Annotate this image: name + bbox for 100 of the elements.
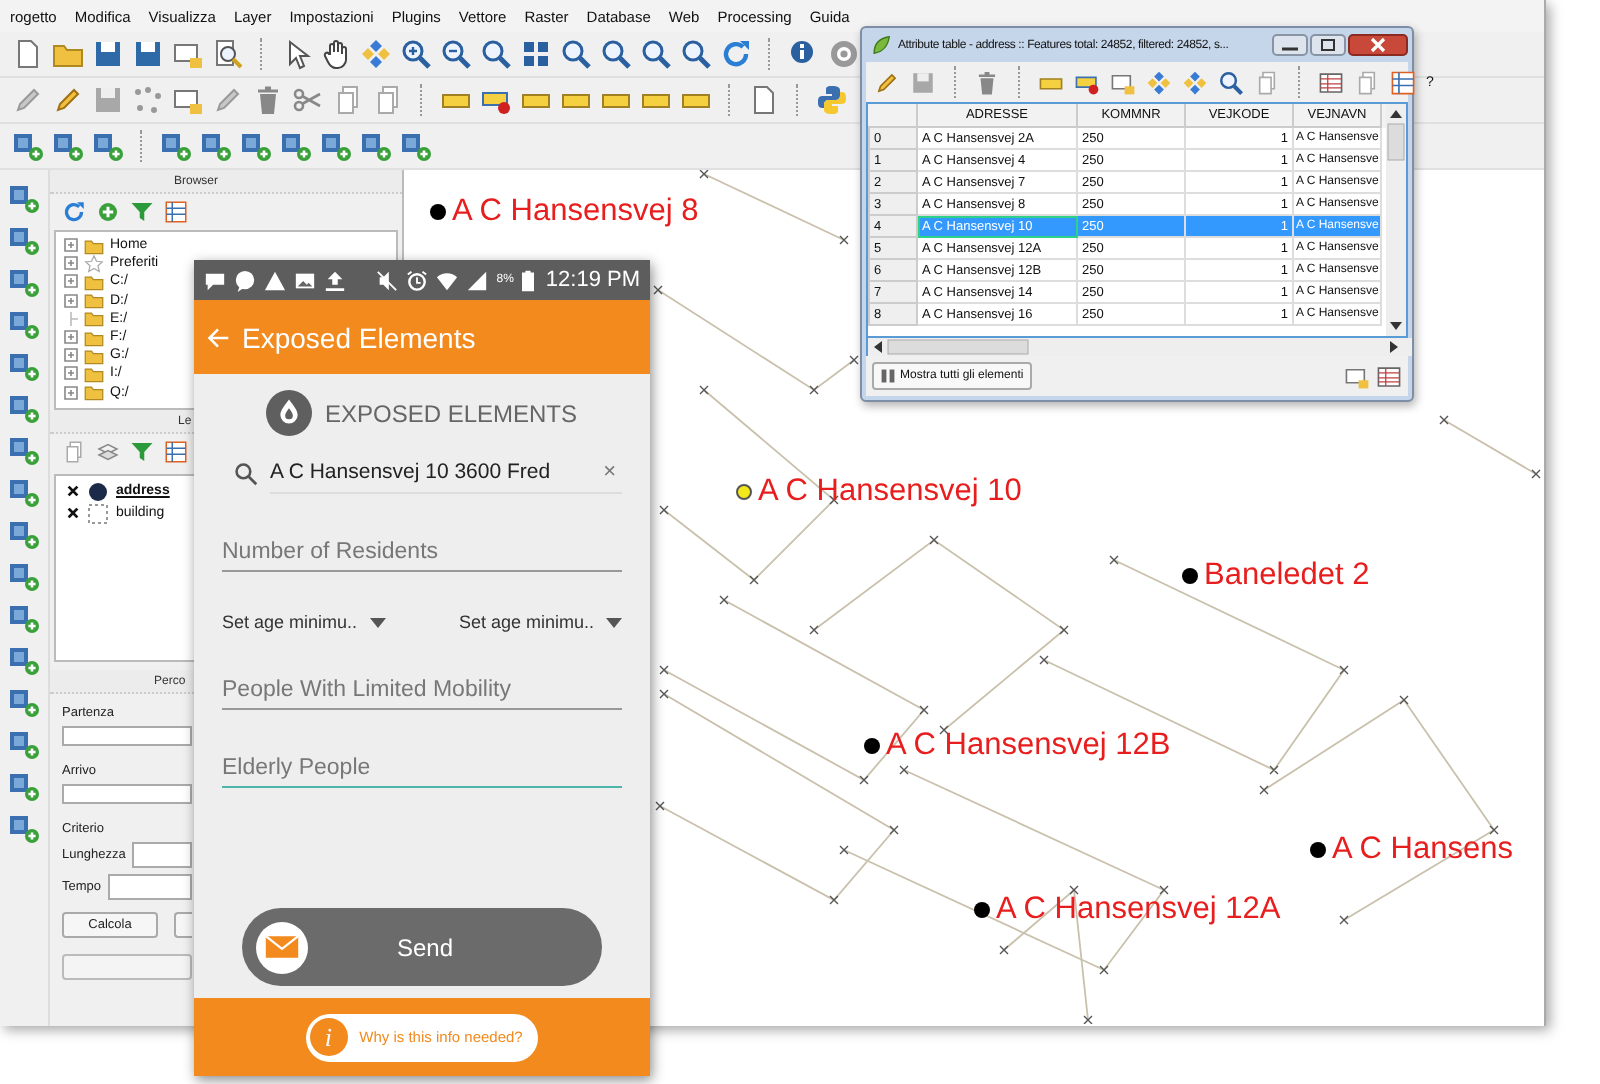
expand-icon[interactable]: [64, 385, 78, 400]
hand-icon[interactable]: [320, 38, 352, 70]
trash-icon[interactable]: [252, 84, 284, 116]
save-icon[interactable]: [132, 38, 164, 70]
add-layer-icon[interactable]: [8, 686, 40, 718]
nodes-icon[interactable]: [132, 84, 164, 116]
pages-icon[interactable]: [1354, 69, 1380, 95]
input-field[interactable]: [62, 726, 192, 746]
checkbox[interactable]: [64, 505, 80, 521]
expand-icon[interactable]: [64, 293, 78, 308]
add-icon[interactable]: [96, 200, 120, 224]
diamond-cluster-icon[interactable]: [1182, 69, 1208, 95]
expand-icon[interactable]: [64, 348, 78, 363]
pages-icon[interactable]: [1254, 69, 1280, 95]
pencil-icon[interactable]: [212, 84, 244, 116]
add-layer-icon[interactable]: [8, 476, 40, 508]
add-layer-icon[interactable]: [400, 130, 432, 162]
magnifier-icon[interactable]: [600, 38, 632, 70]
pencil-icon[interactable]: [52, 84, 84, 116]
four-squares-icon[interactable]: [520, 38, 552, 70]
magnifier-icon[interactable]: [560, 38, 592, 70]
settings-icon[interactable]: [828, 38, 860, 70]
add-layer-icon[interactable]: [8, 182, 40, 214]
add-layer-icon[interactable]: [8, 602, 40, 634]
pages-icon[interactable]: [372, 84, 404, 116]
button[interactable]: [174, 912, 192, 938]
zoom-in-icon[interactable]: [400, 38, 432, 70]
magnifier-icon[interactable]: [680, 38, 712, 70]
expand-icon[interactable]: [64, 330, 78, 345]
text-field[interactable]: People With Limited Mobility: [222, 672, 622, 710]
grid-icon[interactable]: [164, 440, 188, 464]
add-layer-icon[interactable]: [8, 308, 40, 340]
add-layer-icon[interactable]: [320, 130, 352, 162]
two-tone-logo-icon[interactable]: [816, 84, 848, 116]
window-icon[interactable]: [172, 84, 204, 116]
document-icon[interactable]: [748, 84, 780, 116]
add-layer-icon[interactable]: [52, 130, 84, 162]
minimize-button[interactable]: [1272, 34, 1308, 56]
refresh-icon[interactable]: [720, 38, 752, 70]
send-button[interactable]: Send: [242, 908, 602, 986]
pages-icon[interactable]: [332, 84, 364, 116]
search-field[interactable]: A C Hansensvej 10 3600 Fred ×: [270, 452, 622, 494]
table-icon[interactable]: [1376, 363, 1402, 389]
horizontal-scrollbar[interactable]: [866, 338, 1412, 356]
filter-icon[interactable]: [130, 440, 154, 464]
add-layer-icon[interactable]: [8, 266, 40, 298]
filter-icon[interactable]: [130, 200, 154, 224]
window-icon[interactable]: [1110, 69, 1136, 95]
add-layer-icon[interactable]: [8, 392, 40, 424]
clear-button[interactable]: ×: [603, 460, 622, 484]
expand-icon[interactable]: [64, 256, 78, 271]
text-field[interactable]: Number of Residents: [222, 534, 622, 572]
page-magnifier-icon[interactable]: [212, 38, 244, 70]
add-layer-icon[interactable]: [8, 644, 40, 676]
add-layer-icon[interactable]: [280, 130, 312, 162]
scissors-icon[interactable]: [292, 84, 324, 116]
point-marker[interactable]: [974, 902, 990, 918]
grid-icon[interactable]: [164, 200, 188, 224]
add-layer-icon[interactable]: [200, 130, 232, 162]
dropdown[interactable]: Set age minimu..: [458, 612, 622, 632]
add-layer-icon[interactable]: [8, 350, 40, 382]
point-marker[interactable]: [430, 204, 446, 220]
checkbox[interactable]: [64, 483, 80, 499]
magnifier-icon[interactable]: [480, 38, 512, 70]
expand-icon[interactable]: [64, 274, 78, 289]
input-field[interactable]: [131, 842, 192, 868]
grid-icon[interactable]: [1390, 69, 1416, 95]
layers-icon[interactable]: [96, 440, 120, 464]
text-field[interactable]: Elderly People: [222, 750, 622, 788]
pencil-icon[interactable]: [874, 69, 900, 95]
point-marker[interactable]: [864, 738, 880, 754]
vertical-scrollbar[interactable]: [1386, 104, 1406, 336]
expand-icon[interactable]: [64, 238, 78, 253]
add-layer-icon[interactable]: [8, 518, 40, 550]
table-icon[interactable]: [1318, 69, 1344, 95]
add-layer-icon[interactable]: [8, 728, 40, 760]
pages-icon[interactable]: [62, 440, 86, 464]
zoom-out-icon[interactable]: [440, 38, 472, 70]
add-layer-icon[interactable]: [240, 130, 272, 162]
diamond-cluster-icon[interactable]: [1146, 69, 1172, 95]
pencil-icon[interactable]: [12, 84, 44, 116]
add-layer-icon[interactable]: [12, 130, 44, 162]
point-marker[interactable]: [1182, 568, 1198, 584]
magnifier-icon[interactable]: [1218, 69, 1244, 95]
point-marker[interactable]: [736, 484, 752, 500]
add-layer-icon[interactable]: [92, 130, 124, 162]
save-icon[interactable]: [92, 38, 124, 70]
window-icon[interactable]: [1344, 363, 1370, 389]
back-arrow-icon[interactable]: [206, 325, 230, 349]
add-layer-icon[interactable]: [8, 224, 40, 256]
expand-icon[interactable]: [64, 366, 78, 381]
add-layer-icon[interactable]: [8, 812, 40, 844]
add-layer-icon[interactable]: [8, 770, 40, 802]
input-field[interactable]: [62, 784, 192, 804]
input-field[interactable]: [107, 874, 192, 900]
document-icon[interactable]: [12, 38, 44, 70]
maximize-button[interactable]: [1310, 34, 1346, 56]
add-layer-icon[interactable]: [8, 434, 40, 466]
add-layer-icon[interactable]: [8, 560, 40, 592]
trash-icon[interactable]: [974, 69, 1000, 95]
